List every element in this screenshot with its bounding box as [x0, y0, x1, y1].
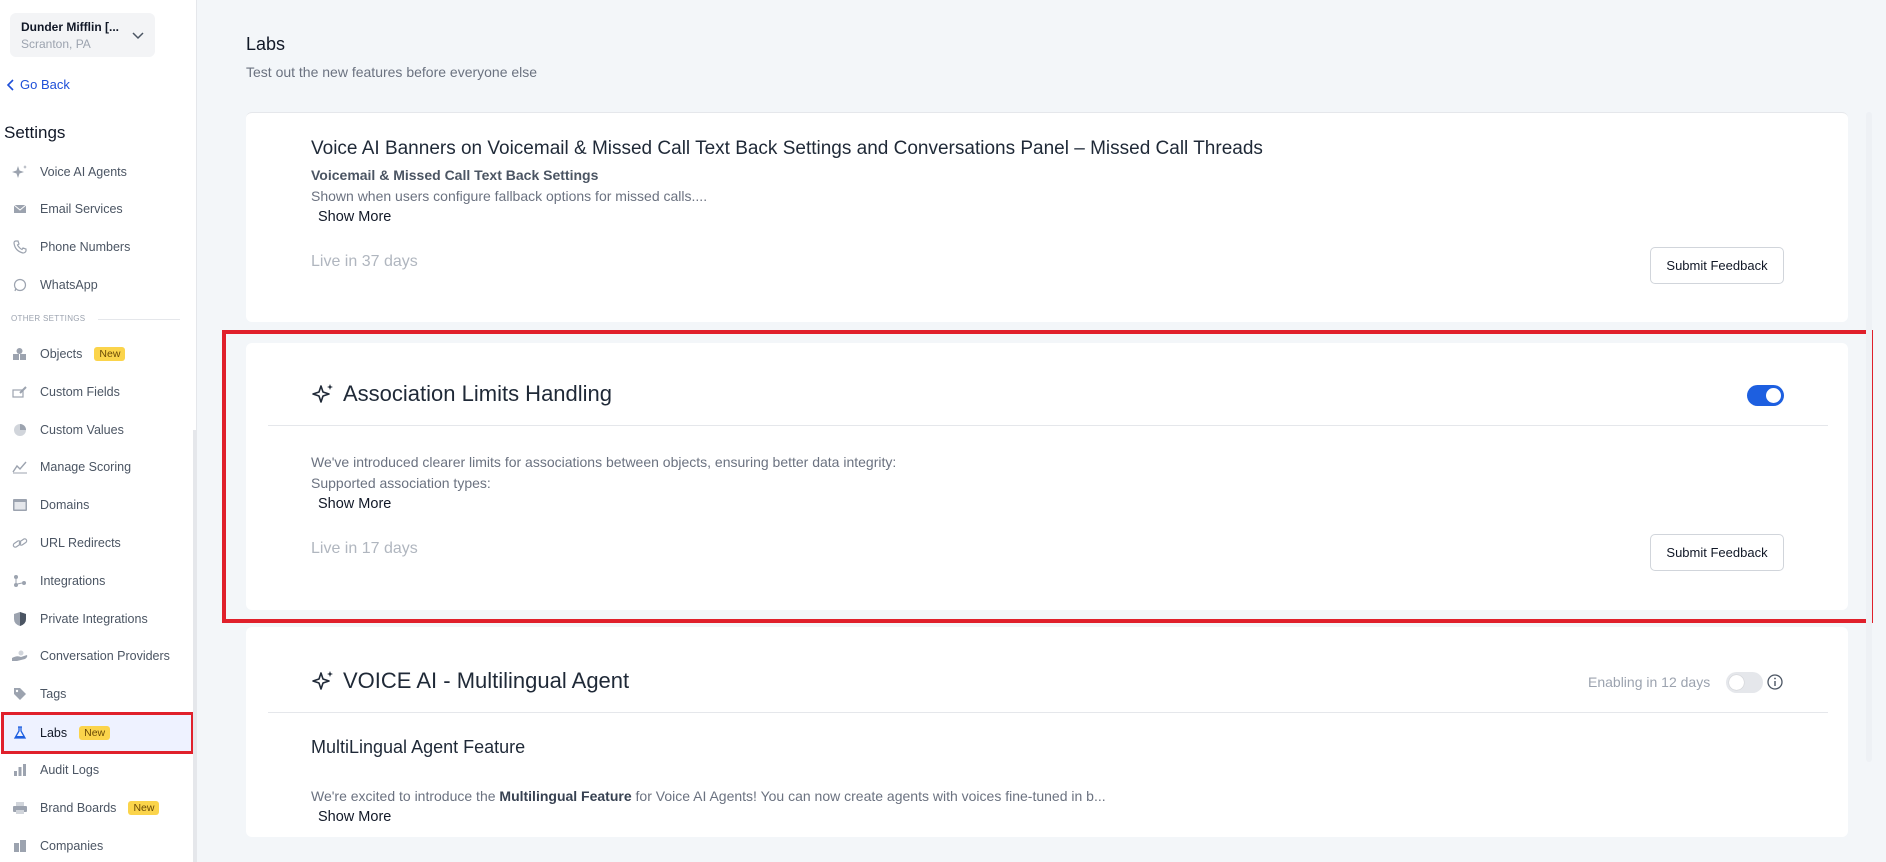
link-icon — [10, 535, 30, 551]
new-badge: New — [94, 347, 126, 361]
card-title: VOICE AI - Multilingual Agent — [343, 668, 630, 693]
sidebar-item-labs[interactable]: Labs New — [10, 722, 111, 744]
divider — [98, 319, 180, 320]
edit-field-icon — [10, 384, 30, 400]
sidebar-item-label: Phone Numbers — [40, 240, 131, 254]
sidebar-item-objects[interactable]: Objects New — [10, 343, 126, 365]
sidebar-item-custom-values[interactable]: Custom Values — [10, 419, 124, 441]
toggle-knob — [1729, 675, 1744, 690]
sidebar-item-conversation-providers[interactable]: Conversation Providers — [10, 645, 170, 667]
sidebar-item-companies[interactable]: Companies — [10, 835, 103, 857]
sparkle-icon — [10, 164, 30, 180]
description-text: We're excited to introduce the — [311, 788, 500, 804]
envelope-icon — [10, 201, 30, 217]
sidebar-item-label: Integrations — [40, 574, 106, 588]
hand-icon — [10, 648, 30, 664]
card-title: Voice AI Banners on Voicemail & Missed C… — [311, 138, 1263, 159]
browser-icon — [10, 497, 30, 513]
sidebar-item-manage-scoring[interactable]: Manage Scoring — [10, 456, 131, 478]
sidebar-item-private-integrations[interactable]: Private Integrations — [10, 608, 148, 630]
sidebar: Dunder Mifflin [... Scranton, PA Go Back… — [0, 0, 197, 862]
sidebar-item-phone-numbers[interactable]: Phone Numbers — [10, 236, 130, 258]
sidebar-item-label: Domains — [40, 498, 90, 512]
description-bold: Multilingual Feature — [499, 788, 632, 804]
sparkle-icon — [312, 671, 333, 690]
show-more-link[interactable]: Show More — [318, 809, 391, 825]
lab-card-multilingual-agent: VOICE AI - Multilingual Agent Enabling i… — [246, 627, 1848, 837]
new-badge: New — [79, 726, 111, 740]
shield-icon — [10, 611, 30, 627]
card-description: We're excited to introduce the Multiling… — [311, 788, 1106, 804]
sidebar-item-voice-ai-agents[interactable]: Voice AI Agents — [10, 161, 127, 183]
page-title: Labs — [246, 34, 286, 54]
sidebar-item-label: Audit Logs — [40, 763, 100, 777]
main-scrollbar[interactable] — [1866, 112, 1872, 762]
card-title-row: VOICE AI - Multilingual Agent — [311, 668, 629, 694]
flask-icon — [10, 725, 30, 741]
chevron-down-icon — [132, 32, 144, 40]
printer-icon — [10, 800, 30, 816]
other-settings-label: OTHER SETTINGS — [11, 314, 86, 323]
lab-card-voice-ai-banners: Voice AI Banners on Voicemail & Missed C… — [246, 112, 1848, 322]
sidebar-item-label: Conversation Providers — [40, 649, 170, 663]
sidebar-item-whatsapp[interactable]: WhatsApp — [10, 274, 98, 296]
sidebar-item-label: Tags — [40, 687, 67, 701]
bar-chart-icon — [10, 762, 30, 778]
sidebar-item-label: Labs — [40, 726, 68, 740]
description-text: for Voice AI Agents! You can now create … — [631, 788, 1106, 804]
feature-toggle[interactable] — [1726, 672, 1763, 693]
new-badge: New — [128, 801, 160, 815]
sidebar-item-label: Voice AI Agents — [40, 165, 127, 179]
settings-title: Settings — [4, 123, 66, 142]
sidebar-item-label: Manage Scoring — [40, 460, 132, 474]
sidebar-item-label: Brand Boards — [40, 801, 117, 815]
sidebar-item-label: URL Redirects — [40, 536, 121, 550]
divider — [268, 712, 1828, 713]
shapes-icon — [10, 346, 30, 362]
building-icon — [10, 838, 30, 854]
account-switcher[interactable]: Dunder Mifflin [... Scranton, PA — [10, 13, 155, 57]
info-icon[interactable] — [1766, 673, 1784, 691]
live-status: Live in 37 days — [311, 253, 418, 270]
sidebar-item-integrations[interactable]: Integrations — [10, 570, 105, 592]
card-subtitle: Voicemail & Missed Call Text Back Settin… — [311, 167, 599, 183]
sidebar-item-url-redirects[interactable]: URL Redirects — [10, 532, 121, 554]
enabling-status: Enabling in 12 days — [1588, 674, 1711, 690]
phone-icon — [10, 239, 30, 255]
whatsapp-icon — [10, 277, 30, 293]
tag-icon — [10, 686, 30, 702]
pie-icon — [10, 422, 30, 438]
submit-feedback-button[interactable]: Submit Feedback — [1650, 247, 1784, 284]
sidebar-item-label: Custom Fields — [40, 385, 120, 399]
go-back-label: Go Back — [20, 77, 70, 92]
card-description: Shown when users configure fallback opti… — [311, 188, 708, 204]
sidebar-item-brand-boards[interactable]: Brand Boards New — [10, 797, 160, 819]
sidebar-item-label: Private Integrations — [40, 612, 148, 626]
page-subtitle: Test out the new features before everyon… — [246, 64, 538, 80]
sidebar-item-domains[interactable]: Domains — [10, 494, 89, 516]
sidebar-item-label: WhatsApp — [40, 278, 98, 292]
sidebar-item-tags[interactable]: Tags — [10, 683, 66, 705]
sidebar-item-label: Objects — [40, 347, 83, 361]
highlight-box — [222, 330, 1873, 623]
sidebar-scrollbar[interactable] — [193, 430, 197, 862]
chevron-left-icon — [6, 78, 14, 91]
sidebar-item-email-services[interactable]: Email Services — [10, 198, 123, 220]
sidebar-item-label: Email Services — [40, 202, 123, 216]
go-back-link[interactable]: Go Back — [6, 77, 70, 92]
sidebar-item-audit-logs[interactable]: Audit Logs — [10, 759, 99, 781]
card-subtitle: MultiLingual Agent Feature — [311, 737, 526, 757]
sidebar-item-custom-fields[interactable]: Custom Fields — [10, 381, 120, 403]
sidebar-item-label: Companies — [40, 839, 104, 853]
chart-line-icon — [10, 459, 30, 475]
sidebar-item-label: Custom Values — [40, 423, 124, 437]
show-more-link[interactable]: Show More — [318, 209, 391, 225]
integrations-icon — [10, 573, 30, 589]
